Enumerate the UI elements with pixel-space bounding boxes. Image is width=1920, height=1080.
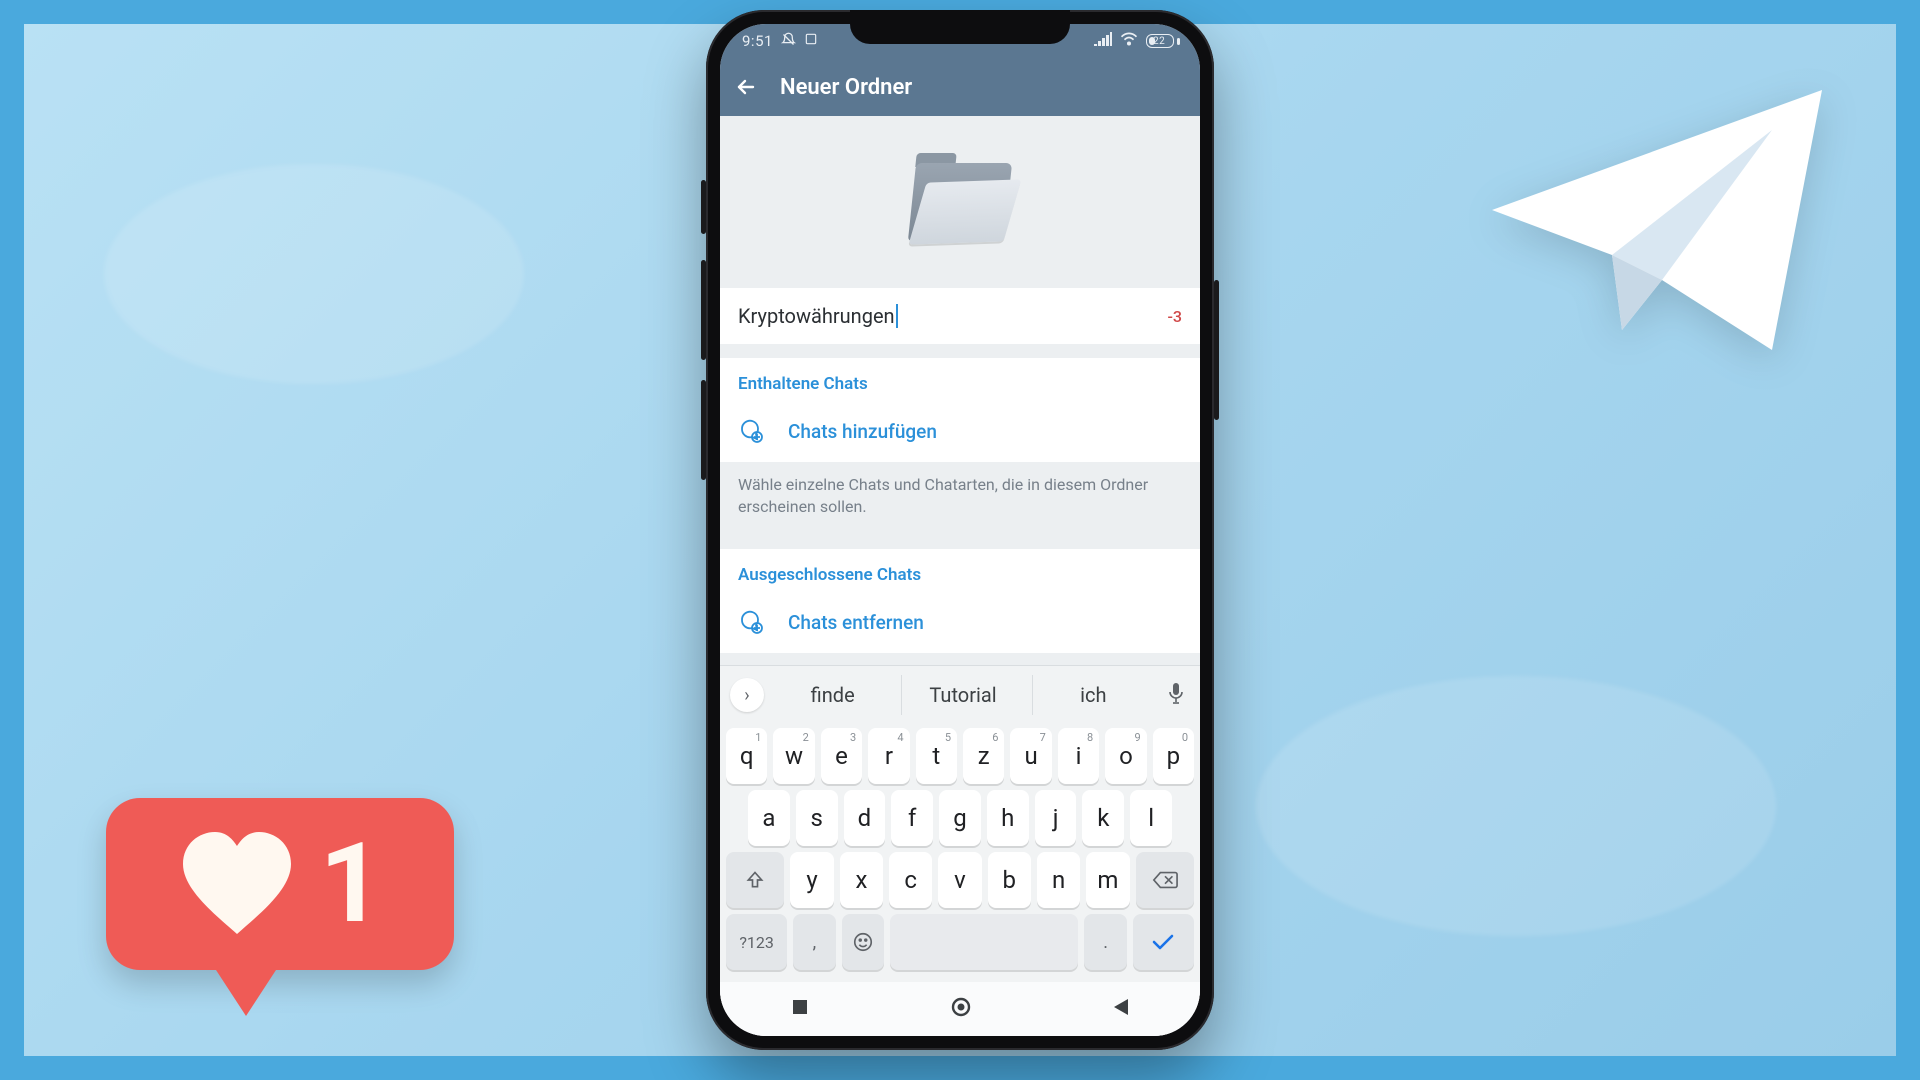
shift-key[interactable] (726, 852, 784, 908)
key-k[interactable]: k (1082, 790, 1124, 846)
phone-notch (850, 10, 1070, 44)
key-y[interactable]: y (790, 852, 833, 908)
key-f[interactable]: f (891, 790, 933, 846)
space-key[interactable] (890, 914, 1078, 970)
enter-key[interactable] (1133, 914, 1194, 970)
key-u[interactable]: u7 (1010, 728, 1051, 784)
key-e[interactable]: e3 (821, 728, 862, 784)
telegram-plane-icon (1472, 70, 1832, 370)
key-n[interactable]: n (1037, 852, 1080, 908)
nav-recent-icon[interactable] (790, 997, 810, 1021)
key-t[interactable]: t5 (916, 728, 957, 784)
suggestion-1[interactable]: Tutorial (901, 675, 1023, 715)
key-s[interactable]: s (796, 790, 838, 846)
hero (720, 116, 1200, 288)
key-v[interactable]: v (938, 852, 981, 908)
mic-icon[interactable] (1162, 682, 1190, 709)
status-time: 9:51 (742, 32, 773, 50)
keyboard-row-4: ?123 , . (726, 914, 1194, 970)
key-w[interactable]: w2 (773, 728, 814, 784)
heart-icon (177, 830, 297, 938)
chat-add-icon (738, 418, 764, 444)
key-c[interactable]: c (889, 852, 932, 908)
key-j[interactable]: j (1035, 790, 1077, 846)
android-nav-bar (720, 982, 1200, 1036)
wifi-icon (1120, 32, 1138, 50)
remove-chats-row[interactable]: Chats entfernen (720, 595, 1200, 653)
key-a[interactable]: a (748, 790, 790, 846)
key-b[interactable]: b (988, 852, 1031, 908)
char-counter: -3 (1167, 307, 1182, 326)
like-sticker: 1 (106, 798, 454, 1018)
text-caret (896, 304, 898, 328)
add-chats-row[interactable]: Chats hinzufügen (720, 404, 1200, 462)
back-arrow-icon[interactable] (734, 75, 758, 99)
key-g[interactable]: g (939, 790, 981, 846)
phone-screen: 9:51 22 (720, 24, 1200, 1036)
suggestion-bar: › finde Tutorial ich (720, 666, 1200, 724)
chevron-right-icon[interactable]: › (730, 678, 764, 712)
included-chats-section: Enthaltene Chats Chats hinzufügen (720, 358, 1200, 462)
suggestion-2[interactable]: ich (1032, 675, 1154, 715)
backspace-key[interactable] (1136, 852, 1194, 908)
key-o[interactable]: o9 (1105, 728, 1146, 784)
included-chats-title: Enthaltene Chats (720, 358, 1200, 404)
emoji-key[interactable] (842, 914, 884, 970)
symbols-key[interactable]: ?123 (726, 914, 787, 970)
key-x[interactable]: x (840, 852, 883, 908)
included-helper-text: Wähle einzelne Chats und Chatarten, die … (720, 462, 1200, 535)
like-count: 1 (319, 829, 382, 939)
folder-icon (912, 163, 1008, 241)
chat-remove-icon (738, 609, 764, 635)
key-r[interactable]: r4 (868, 728, 909, 784)
bell-off-icon (781, 32, 796, 51)
key-q[interactable]: q1 (726, 728, 767, 784)
period-key[interactable]: . (1084, 914, 1126, 970)
keyboard-row-1: q1w2e3r4t5z6u7i8o9p0 (726, 728, 1194, 784)
key-p[interactable]: p0 (1153, 728, 1194, 784)
remove-chats-label: Chats entfernen (788, 611, 924, 634)
soft-keyboard: › finde Tutorial ich q1w2e3r4t5z6u7i8o9p… (720, 665, 1200, 1036)
screen-content: Kryptowährungen -3 Enthaltene Chats Chat… (720, 116, 1200, 653)
excluded-chats-section: Ausgeschlossene Chats Chats entfernen (720, 549, 1200, 653)
battery-icon: 22 (1146, 34, 1180, 48)
key-z[interactable]: z6 (963, 728, 1004, 784)
keyboard-row-3: yxcvbnm (726, 852, 1194, 908)
folder-name-field[interactable]: Kryptowährungen -3 (720, 288, 1200, 344)
key-m[interactable]: m (1086, 852, 1129, 908)
key-d[interactable]: d (844, 790, 886, 846)
folder-name-value: Kryptowährungen (738, 304, 895, 328)
nav-home-icon[interactable] (950, 996, 972, 1022)
phone-mockup: 9:51 22 (706, 10, 1214, 1050)
app-bar: Neuer Ordner (720, 58, 1200, 116)
suggestion-0[interactable]: finde (772, 675, 893, 715)
add-chats-label: Chats hinzufügen (788, 420, 937, 443)
key-h[interactable]: h (987, 790, 1029, 846)
key-i[interactable]: i8 (1058, 728, 1099, 784)
nav-back-icon[interactable] (1112, 997, 1130, 1021)
signal-icon (1094, 32, 1112, 50)
key-l[interactable]: l (1130, 790, 1172, 846)
excluded-chats-title: Ausgeschlossene Chats (720, 549, 1200, 595)
appbar-title: Neuer Ordner (780, 75, 912, 100)
keyboard-row-2: asdfghjkl (726, 790, 1194, 846)
stop-icon (804, 32, 818, 50)
comma-key[interactable]: , (793, 914, 835, 970)
